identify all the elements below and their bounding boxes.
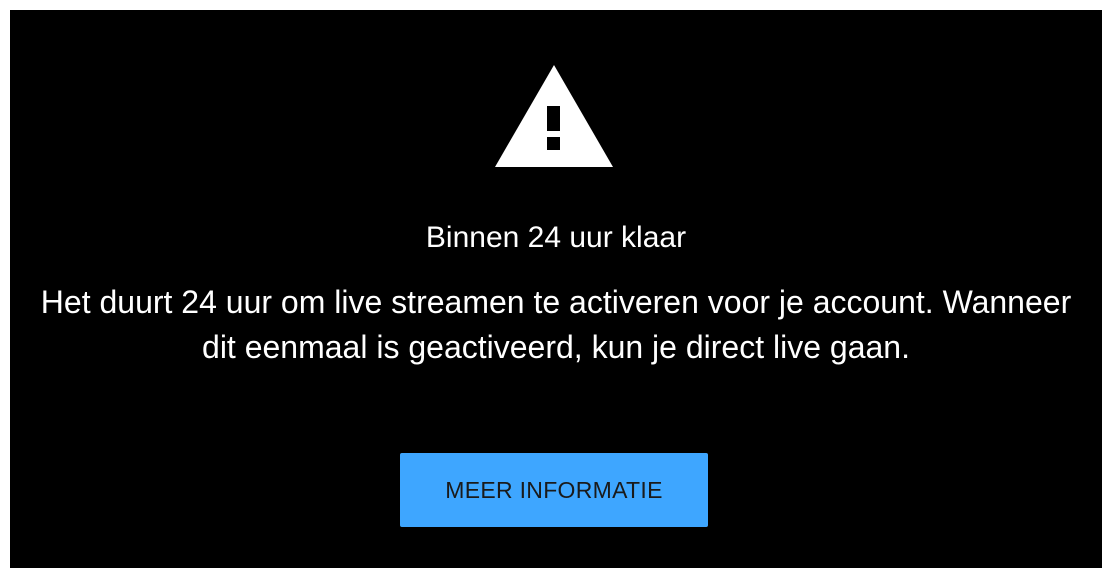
more-info-button[interactable]: MEER INFORMATIE: [400, 453, 708, 527]
notice-message: Het duurt 24 uur om live streamen te act…: [40, 284, 1072, 365]
notice-content: Binnen 24 uur klaar Het duurt 24 uur om …: [10, 10, 1102, 568]
warning-triangle-icon: [495, 65, 613, 167]
notice-title: Binnen 24 uur klaar: [425, 221, 687, 254]
notice-panel: Binnen 24 uur klaar Het duurt 24 uur om …: [10, 10, 1102, 568]
